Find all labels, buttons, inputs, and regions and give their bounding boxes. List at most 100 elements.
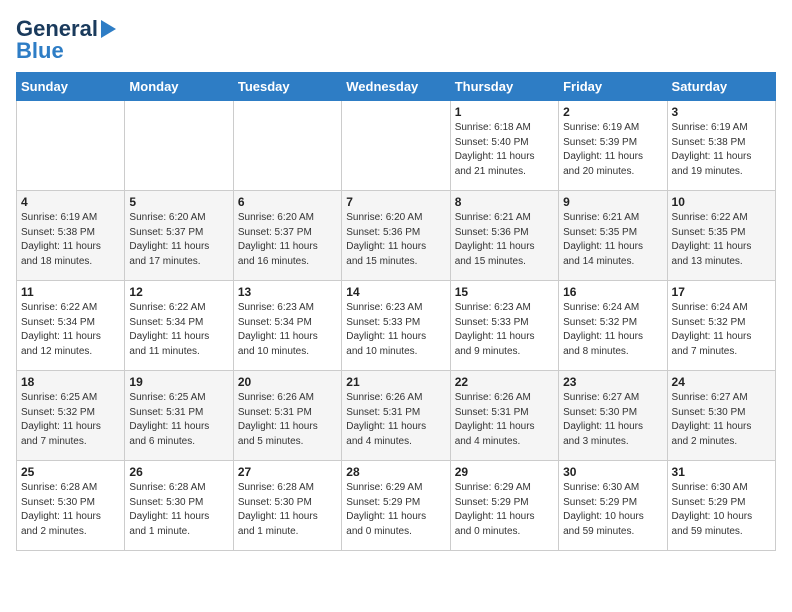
calendar-cell	[233, 101, 341, 191]
day-info: Sunrise: 6:20 AM Sunset: 5:37 PM Dayligh…	[238, 211, 337, 269]
calendar-cell: 1 Sunrise: 6:18 AM Sunset: 5:40 PM Daylig…	[450, 101, 558, 191]
calendar-cell: 16 Sunrise: 6:24 AM Sunset: 5:32 PM Dayli…	[559, 281, 667, 371]
day-number: 3	[672, 105, 771, 119]
calendar-cell: 31 Sunrise: 6:30 AM Sunset: 5:29 PM Dayli…	[667, 461, 775, 551]
header-tuesday: Tuesday	[233, 73, 341, 101]
calendar-cell: 18Sunrise: 6:25 AM Sunset: 5:32 PM Dayli…	[17, 371, 125, 461]
calendar-cell: 15Sunrise: 6:23 AM Sunset: 5:33 PM Dayli…	[450, 281, 558, 371]
day-number: 2	[563, 105, 662, 119]
calendar-cell: 6 Sunrise: 6:20 AM Sunset: 5:37 PM Daylig…	[233, 191, 341, 281]
day-info: Sunrise: 6:30 AM Sunset: 5:29 PM Dayligh…	[563, 481, 662, 539]
calendar-cell: 14 Sunrise: 6:23 AM Sunset: 5:33 PM Dayli…	[342, 281, 450, 371]
calendar-week-1: 1 Sunrise: 6:18 AM Sunset: 5:40 PM Daylig…	[17, 101, 776, 191]
calendar-cell: 2 Sunrise: 6:19 AM Sunset: 5:39 PM Daylig…	[559, 101, 667, 191]
logo: General Blue	[16, 16, 116, 64]
calendar-cell: 24 Sunrise: 6:27 AM Sunset: 5:30 PM Dayli…	[667, 371, 775, 461]
day-number: 10	[672, 195, 771, 209]
day-number: 14	[346, 285, 445, 299]
day-number: 16	[563, 285, 662, 299]
day-info: Sunrise: 6:19 AM Sunset: 5:38 PM Dayligh…	[21, 211, 120, 269]
calendar-cell: 25Sunrise: 6:28 AM Sunset: 5:30 PM Dayli…	[17, 461, 125, 551]
day-number: 29	[455, 465, 554, 479]
calendar-cell: 13 Sunrise: 6:23 AM Sunset: 5:34 PM Dayli…	[233, 281, 341, 371]
day-info: Sunrise: 6:24 AM Sunset: 5:32 PM Dayligh…	[563, 301, 662, 359]
calendar-cell: 12 Sunrise: 6:22 AM Sunset: 5:34 PM Dayli…	[125, 281, 233, 371]
day-number: 5	[129, 195, 228, 209]
header-sunday: Sunday	[17, 73, 125, 101]
calendar-cell: 11 Sunrise: 6:22 AM Sunset: 5:34 PM Dayli…	[17, 281, 125, 371]
day-info: Sunrise: 6:20 AM Sunset: 5:37 PM Dayligh…	[129, 211, 228, 269]
calendar-week-4: 18Sunrise: 6:25 AM Sunset: 5:32 PM Dayli…	[17, 371, 776, 461]
calendar-header-row: SundayMondayTuesdayWednesdayThursdayFrid…	[17, 73, 776, 101]
day-number: 1	[455, 105, 554, 119]
day-info: Sunrise: 6:19 AM Sunset: 5:38 PM Dayligh…	[672, 121, 771, 179]
day-info: Sunrise: 6:22 AM Sunset: 5:34 PM Dayligh…	[129, 301, 228, 359]
calendar-cell: 22 Sunrise: 6:26 AM Sunset: 5:31 PM Dayli…	[450, 371, 558, 461]
calendar-cell: 7 Sunrise: 6:20 AM Sunset: 5:36 PM Daylig…	[342, 191, 450, 281]
day-info: Sunrise: 6:22 AM Sunset: 5:35 PM Dayligh…	[672, 211, 771, 269]
header-wednesday: Wednesday	[342, 73, 450, 101]
calendar-cell: 3 Sunrise: 6:19 AM Sunset: 5:38 PM Daylig…	[667, 101, 775, 191]
calendar-cell: 10 Sunrise: 6:22 AM Sunset: 5:35 PM Dayli…	[667, 191, 775, 281]
day-info: Sunrise: 6:28 AM Sunset: 5:30 PM Dayligh…	[238, 481, 337, 539]
calendar-week-5: 25 Sunrise: 6:28 AM Sunset: 5:30 PM Dayli…	[17, 461, 776, 551]
calendar-cell	[125, 101, 233, 191]
header-saturday: Saturday	[667, 73, 775, 101]
calendar-cell: 17 Sunrise: 6:24 AM Sunset: 5:32 PM Dayli…	[667, 281, 775, 371]
day-info: Sunrise: 6:19 AM Sunset: 5:39 PM Dayligh…	[563, 121, 662, 179]
calendar-cell: 5 Sunrise: 6:20 AM Sunset: 5:37 PM Daylig…	[125, 191, 233, 281]
day-number: 20	[238, 375, 337, 389]
calendar-cell: 26Sunrise: 6:28 AM Sunset: 5:30 PM Dayli…	[125, 461, 233, 551]
header-friday: Friday	[559, 73, 667, 101]
header-monday: Monday	[125, 73, 233, 101]
day-info: Sunrise: 6:26 AM Sunset: 5:31 PM Dayligh…	[455, 391, 554, 449]
logo-arrow-icon	[101, 20, 116, 38]
calendar-cell: 28Sunrise: 6:29 AM Sunset: 5:29 PM Dayli…	[342, 461, 450, 551]
calendar-cell: 9Sunrise: 6:21 AM Sunset: 5:35 PM Daylig…	[559, 191, 667, 281]
day-number: 27	[238, 465, 337, 479]
day-number: 7	[346, 195, 445, 209]
day-info: Sunrise: 6:24 AM Sunset: 5:32 PM Dayligh…	[672, 301, 771, 359]
day-info: Sunrise: 6:22 AM Sunset: 5:34 PM Dayligh…	[21, 301, 120, 359]
calendar-cell	[342, 101, 450, 191]
day-number: 22	[455, 375, 554, 389]
day-number: 6	[238, 195, 337, 209]
day-number: 9	[563, 195, 662, 209]
day-info: Sunrise: 6:23 AM Sunset: 5:34 PM Dayligh…	[238, 301, 337, 359]
day-info: Sunrise: 6:21 AM Sunset: 5:36 PM Dayligh…	[455, 211, 554, 269]
day-info: Sunrise: 6:26 AM Sunset: 5:31 PM Dayligh…	[346, 391, 445, 449]
calendar-cell: 4 Sunrise: 6:19 AM Sunset: 5:38 PM Daylig…	[17, 191, 125, 281]
day-number: 30	[563, 465, 662, 479]
day-number: 26	[129, 465, 228, 479]
day-number: 18	[21, 375, 120, 389]
calendar-week-3: 11 Sunrise: 6:22 AM Sunset: 5:34 PM Dayli…	[17, 281, 776, 371]
day-number: 19	[129, 375, 228, 389]
day-number: 28	[346, 465, 445, 479]
calendar-cell: 29 Sunrise: 6:29 AM Sunset: 5:29 PM Dayli…	[450, 461, 558, 551]
calendar-cell: 8Sunrise: 6:21 AM Sunset: 5:36 PM Daylig…	[450, 191, 558, 281]
day-info: Sunrise: 6:27 AM Sunset: 5:30 PM Dayligh…	[672, 391, 771, 449]
day-number: 31	[672, 465, 771, 479]
day-number: 11	[21, 285, 120, 299]
day-info: Sunrise: 6:26 AM Sunset: 5:31 PM Dayligh…	[238, 391, 337, 449]
day-number: 17	[672, 285, 771, 299]
day-number: 13	[238, 285, 337, 299]
day-number: 21	[346, 375, 445, 389]
day-number: 24	[672, 375, 771, 389]
day-info: Sunrise: 6:30 AM Sunset: 5:29 PM Dayligh…	[672, 481, 771, 539]
day-info: Sunrise: 6:20 AM Sunset: 5:36 PM Dayligh…	[346, 211, 445, 269]
calendar-cell: 19Sunrise: 6:25 AM Sunset: 5:31 PM Dayli…	[125, 371, 233, 461]
day-info: Sunrise: 6:23 AM Sunset: 5:33 PM Dayligh…	[455, 301, 554, 359]
day-number: 25	[21, 465, 120, 479]
day-number: 12	[129, 285, 228, 299]
calendar-cell: 20 Sunrise: 6:26 AM Sunset: 5:31 PM Dayli…	[233, 371, 341, 461]
day-info: Sunrise: 6:18 AM Sunset: 5:40 PM Dayligh…	[455, 121, 554, 179]
day-info: Sunrise: 6:27 AM Sunset: 5:30 PM Dayligh…	[563, 391, 662, 449]
calendar-week-2: 4 Sunrise: 6:19 AM Sunset: 5:38 PM Daylig…	[17, 191, 776, 281]
day-info: Sunrise: 6:29 AM Sunset: 5:29 PM Dayligh…	[455, 481, 554, 539]
calendar-cell: 27 Sunrise: 6:28 AM Sunset: 5:30 PM Dayli…	[233, 461, 341, 551]
day-info: Sunrise: 6:23 AM Sunset: 5:33 PM Dayligh…	[346, 301, 445, 359]
header-thursday: Thursday	[450, 73, 558, 101]
calendar-cell: 30 Sunrise: 6:30 AM Sunset: 5:29 PM Dayli…	[559, 461, 667, 551]
day-number: 4	[21, 195, 120, 209]
